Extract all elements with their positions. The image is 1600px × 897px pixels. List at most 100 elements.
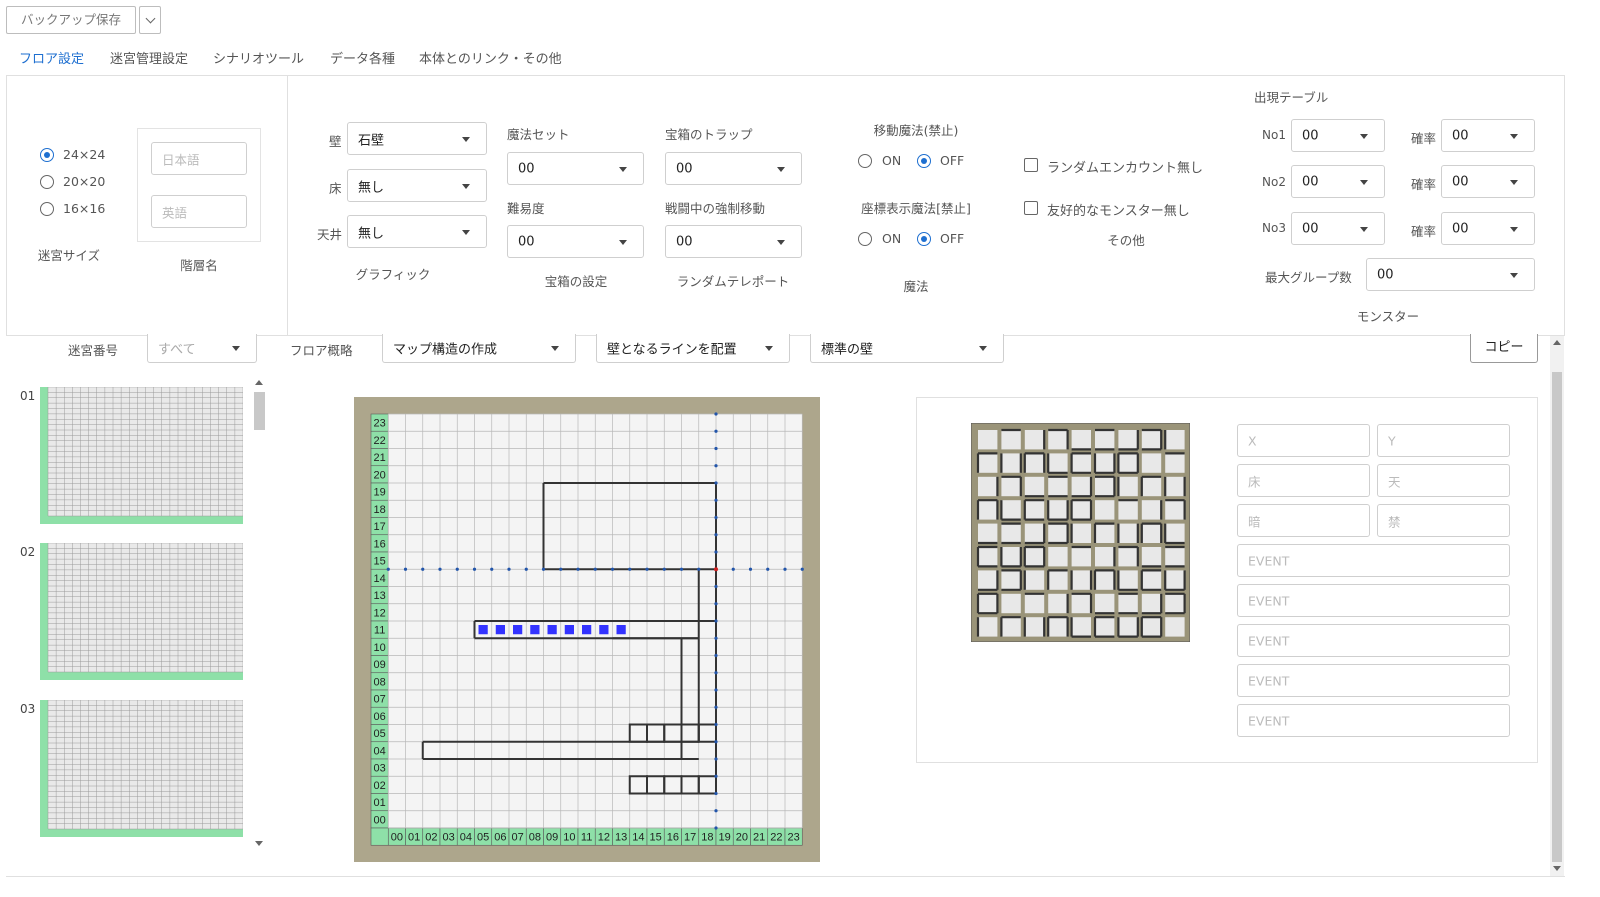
wall-tile[interactable] <box>1071 545 1091 567</box>
coord-magic-on-radio[interactable] <box>858 232 872 246</box>
wall-tile[interactable] <box>1165 545 1185 568</box>
cell-x-input[interactable]: X <box>1237 424 1370 457</box>
wall-tile[interactable] <box>1070 523 1091 543</box>
cell-dark-input[interactable]: 暗 <box>1237 504 1370 537</box>
wall-tile[interactable] <box>1164 430 1185 450</box>
size-radio-20[interactable] <box>40 175 54 189</box>
wall-tile[interactable] <box>1047 500 1069 521</box>
event-input-1[interactable]: EVENT <box>1237 544 1510 577</box>
spawn-row-2-rate-select[interactable]: 00 <box>1441 165 1535 198</box>
floor-select[interactable]: 無し <box>347 169 487 202</box>
no-friendly-monster-checkbox[interactable] <box>1024 201 1038 215</box>
wall-tile[interactable] <box>1095 500 1115 520</box>
event-input-3[interactable]: EVENT <box>1237 624 1510 657</box>
tab-data[interactable]: データ各種 <box>330 48 395 67</box>
wall-tile[interactable] <box>1000 453 1022 473</box>
tab-floor-settings[interactable]: フロア設定 <box>19 48 84 67</box>
tab-maze-management[interactable]: 迷宮管理設定 <box>110 48 188 67</box>
no-random-encounter-checkbox[interactable] <box>1024 158 1038 172</box>
wall-tile[interactable] <box>1001 428 1021 450</box>
event-input-2[interactable]: EVENT <box>1237 584 1510 617</box>
floor-list-scroll-down-icon[interactable] <box>255 841 263 846</box>
floor-minimap[interactable] <box>40 700 243 837</box>
spawn-row-1-select[interactable]: 00 <box>1291 119 1385 152</box>
floor-name-english-input[interactable]: 英語 <box>151 195 247 228</box>
wall-tile[interactable] <box>1093 569 1116 590</box>
wall-tile[interactable] <box>1140 475 1162 497</box>
wall-tile[interactable] <box>1048 593 1069 614</box>
forced-move-select[interactable]: 00 <box>665 225 802 258</box>
wall-tile[interactable] <box>1095 428 1115 451</box>
wall-tile[interactable] <box>1047 569 1068 590</box>
wall-tile[interactable] <box>1001 475 1022 497</box>
move-magic-on-radio[interactable] <box>858 154 872 168</box>
floor-list-scroll-up-icon[interactable] <box>255 380 263 385</box>
wall-tile[interactable] <box>1048 522 1069 545</box>
difficulty-select[interactable]: 00 <box>507 225 644 258</box>
wall-tile[interactable] <box>1023 545 1046 568</box>
wall-tile[interactable] <box>1165 499 1186 520</box>
wall-tile[interactable] <box>1047 453 1068 474</box>
wall-tile[interactable] <box>1118 430 1139 451</box>
page-scroll-up-icon[interactable] <box>1553 340 1561 345</box>
wall-tile[interactable] <box>1117 617 1139 638</box>
wall-tile[interactable] <box>1071 592 1093 614</box>
coord-magic-off-radio[interactable] <box>917 232 931 246</box>
wall-tile[interactable] <box>1070 617 1091 638</box>
wall-tile[interactable] <box>1047 616 1069 637</box>
wall-tile[interactable] <box>1165 592 1186 615</box>
wall-tile[interactable] <box>1070 499 1093 521</box>
wall-select[interactable]: 石壁 <box>347 122 487 155</box>
wall-tile[interactable] <box>1140 522 1163 543</box>
wall-tile[interactable] <box>1024 430 1046 450</box>
page-scrollbar[interactable] <box>1550 336 1564 876</box>
cell-ceiling-input[interactable]: 天 <box>1377 464 1510 497</box>
page-scroll-thumb[interactable] <box>1552 372 1562 862</box>
wall-tile[interactable] <box>1141 593 1163 615</box>
wall-tile[interactable] <box>1001 569 1022 591</box>
wall-tile[interactable] <box>1117 523 1139 543</box>
wall-tile[interactable] <box>1023 499 1045 521</box>
cell-y-input[interactable]: Y <box>1377 424 1510 457</box>
wall-tile[interactable] <box>1093 616 1115 638</box>
wall-tile[interactable] <box>1023 617 1046 637</box>
copy-button[interactable]: コピー <box>1470 334 1538 363</box>
wall-tile[interactable] <box>1070 452 1091 474</box>
floor-minimap[interactable] <box>40 387 243 524</box>
size-radio-24[interactable] <box>40 148 54 162</box>
wall-tile[interactable] <box>1023 570 1045 590</box>
wall-tile[interactable] <box>976 452 998 473</box>
mode-select[interactable]: マップ構造の作成 <box>382 334 576 363</box>
wall-tile[interactable] <box>1118 545 1139 567</box>
place-select[interactable]: 壁となるラインを配置 <box>596 334 790 363</box>
wall-tile[interactable] <box>1165 452 1185 473</box>
floor-minimap[interactable] <box>40 543 243 680</box>
wall-tile[interactable] <box>976 592 999 615</box>
wall-tile[interactable] <box>978 570 999 591</box>
spawn-row-3-select[interactable]: 00 <box>1291 212 1385 245</box>
wall-tile[interactable] <box>976 499 999 520</box>
wall-tile[interactable] <box>1164 570 1186 591</box>
tab-link-other[interactable]: 本体とのリンク・その他 <box>419 48 562 67</box>
wall-tile[interactable] <box>1024 592 1045 614</box>
wall-tile[interactable] <box>1140 569 1162 591</box>
wall-tile[interactable] <box>1000 500 1021 521</box>
wall-tile[interactable] <box>1001 522 1021 545</box>
trap-select[interactable]: 00 <box>665 152 802 185</box>
wall-tile[interactable] <box>1141 428 1163 451</box>
wall-tile[interactable] <box>1001 593 1021 614</box>
wall-tile[interactable] <box>978 523 998 545</box>
wall-tile[interactable] <box>1000 547 1022 568</box>
backup-save-button[interactable]: バックアップ保存 <box>6 6 136 34</box>
wall-tile[interactable] <box>1095 547 1116 567</box>
wall-tile[interactable] <box>1048 547 1068 567</box>
wall-tile[interactable] <box>1048 428 1069 450</box>
spawn-row-1-rate-select[interactable]: 00 <box>1441 119 1535 152</box>
wall-tile[interactable] <box>1164 523 1185 545</box>
wall-tile[interactable] <box>1117 452 1139 474</box>
wall-tile[interactable] <box>1118 592 1138 615</box>
max-group-select[interactable]: 00 <box>1366 258 1535 291</box>
wall-tile[interactable] <box>1093 453 1116 474</box>
floor-name-japanese-input[interactable]: 日本語 <box>151 142 247 175</box>
wall-tile[interactable] <box>1071 430 1091 451</box>
